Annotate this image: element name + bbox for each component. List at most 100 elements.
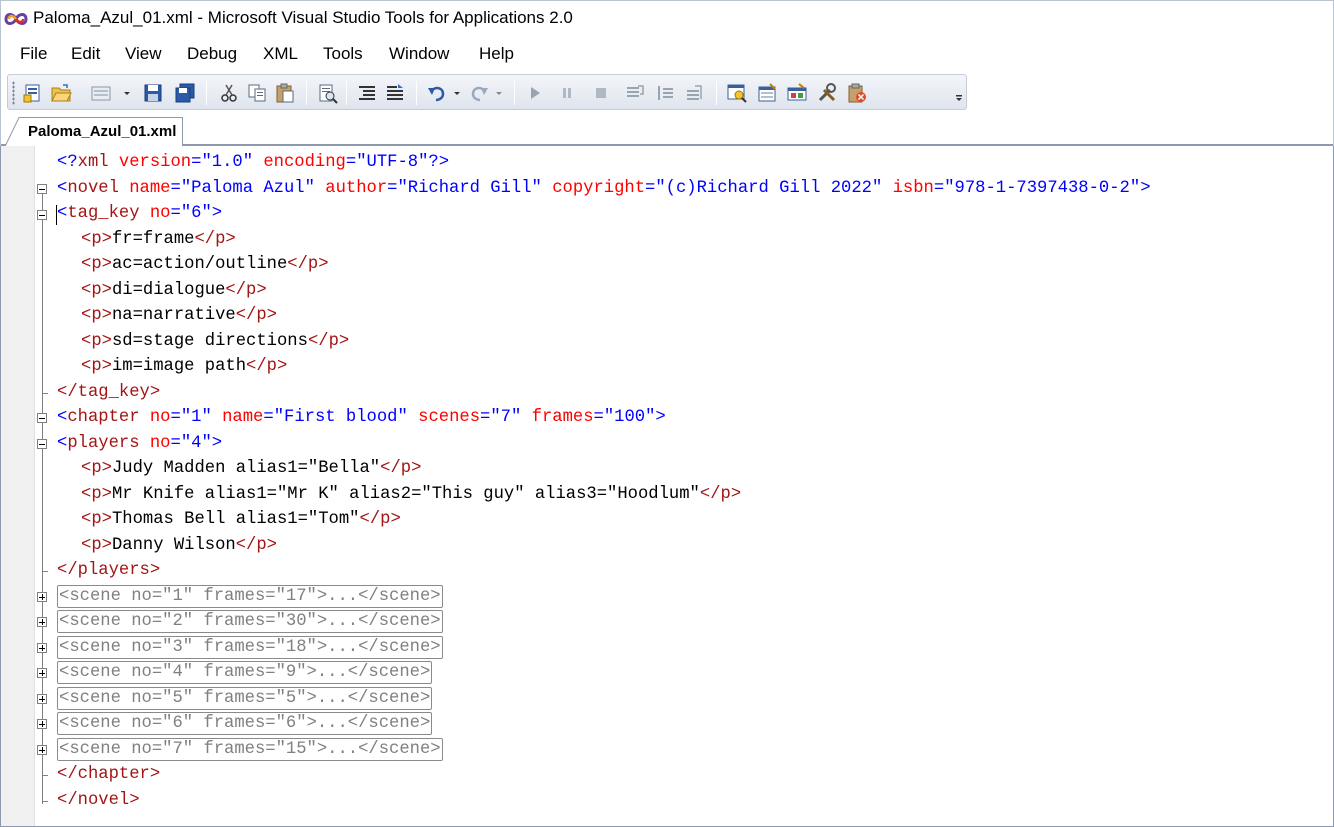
code-line-tag-key-item: <p>fr=frame</p> [81, 230, 236, 249]
outline-end-tick [42, 801, 48, 802]
collapsed-scene-1[interactable]: <scene no="1" frames="17">...</scene> [57, 585, 443, 608]
menu-edit[interactable]: Edit [71, 44, 100, 64]
paste-icon[interactable] [272, 80, 298, 106]
standard-toolbar [7, 74, 967, 110]
step-out-icon[interactable] [682, 80, 708, 106]
code-line-xml-declaration: <?xml version="1.0" encoding="UTF-8"?> [57, 153, 450, 172]
pause-icon[interactable] [554, 80, 580, 106]
object-browser-icon[interactable] [724, 80, 750, 106]
code-line-players-open: <players no="4"> [57, 434, 223, 453]
expand-scene-1-icon[interactable] [37, 592, 47, 602]
undo-icon[interactable] [424, 80, 450, 106]
code-line-player-item: <p>Thomas Bell alias1="Tom"</p> [81, 510, 401, 529]
collapse-chapter-icon[interactable] [37, 413, 47, 423]
code-line-tag-key-item: <p>im=image path</p> [81, 357, 288, 376]
tab-paloma-azul-xml[interactable]: Paloma_Azul_01.xml [5, 117, 184, 146]
start-debug-icon[interactable] [522, 80, 548, 106]
toolbar-separator [346, 81, 347, 105]
add-item-icon[interactable] [88, 80, 114, 106]
xml-editor[interactable]: <?xml version="1.0" encoding="UTF-8"?> <… [0, 146, 1334, 827]
collapsed-scene-3[interactable]: <scene no="3" frames="18">...</scene> [57, 636, 443, 659]
toolbar-separator [416, 81, 417, 105]
visual-studio-logo-icon [4, 13, 28, 25]
find-icon[interactable] [314, 80, 340, 106]
tools-icon[interactable] [814, 80, 840, 106]
toolbar-overflow-icon[interactable] [954, 85, 964, 103]
collapsed-scene-2[interactable]: <scene no="2" frames="30">...</scene> [57, 610, 443, 633]
menu-xml[interactable]: XML [263, 44, 298, 64]
collapsed-scene-6[interactable]: <scene no="6" frames="6">...</scene> [57, 712, 433, 735]
editor-margin [1, 146, 35, 826]
properties-icon[interactable] [754, 80, 780, 106]
expand-scene-3-icon[interactable] [37, 643, 47, 653]
tab-slope [5, 117, 20, 146]
expand-scene-6-icon[interactable] [37, 719, 47, 729]
code-line-scene-collapsed[interactable]: <scene no="6" frames="6">...</scene> [57, 711, 433, 736]
step-over-icon[interactable] [652, 80, 678, 106]
outline-guide [42, 194, 43, 804]
new-project-icon[interactable] [20, 80, 46, 106]
title-bar: Paloma_Azul_01.xml - Microsoft Visual St… [0, 0, 1334, 36]
redo-dropdown-icon[interactable] [494, 87, 504, 99]
format-document-icon[interactable] [354, 80, 380, 106]
expand-scene-2-icon[interactable] [37, 617, 47, 627]
add-item-dropdown-icon[interactable] [122, 87, 132, 99]
code-line-chapter-close: </chapter> [57, 765, 161, 784]
expand-scene-5-icon[interactable] [37, 694, 47, 704]
menu-help[interactable]: Help [479, 44, 514, 64]
code-line-scene-collapsed[interactable]: <scene no="5" frames="5">...</scene> [57, 686, 433, 711]
undo-dropdown-icon[interactable] [452, 87, 462, 99]
save-all-icon[interactable] [172, 80, 198, 106]
toolbar-separator [716, 81, 717, 105]
menu-window[interactable]: Window [389, 44, 449, 64]
code-line-tag-key-item: <p>na=narrative</p> [81, 306, 277, 325]
code-line-tag-key-item: <p>sd=stage directions</p> [81, 332, 350, 351]
redo-icon[interactable] [466, 80, 492, 106]
menu-bar: File Edit View Debug XML Tools Window He… [0, 36, 1334, 72]
outline-end-tick [42, 393, 48, 394]
collapse-tag-key-icon[interactable] [37, 210, 47, 220]
outline-end-tick [42, 571, 48, 572]
code-line-tag-key-close: </tag_key> [57, 383, 161, 402]
code-line-player-item: <p>Danny Wilson</p> [81, 536, 277, 555]
stop-icon[interactable] [588, 80, 614, 106]
toolbar-separator [514, 81, 515, 105]
code-line-scene-collapsed[interactable]: <scene no="4" frames="9">...</scene> [57, 660, 433, 685]
toolbar-separator [306, 81, 307, 105]
code-line-player-item: <p>Judy Madden alias1="Bella"</p> [81, 459, 422, 478]
toolbar-area [0, 72, 1334, 114]
collapsed-scene-4[interactable]: <scene no="4" frames="9">...</scene> [57, 661, 433, 684]
code-line-scene-collapsed[interactable]: <scene no="3" frames="18">...</scene> [57, 635, 443, 660]
expand-scene-4-icon[interactable] [37, 668, 47, 678]
code-line-tag-key-item: <p>ac=action/outline</p> [81, 255, 329, 274]
toolbar-grip[interactable] [12, 81, 15, 105]
toolbar-separator [206, 81, 207, 105]
code-line-scene-collapsed[interactable]: <scene no="2" frames="30">...</scene> [57, 609, 443, 634]
comment-icon[interactable] [382, 80, 408, 106]
code-line-players-close: </players> [57, 561, 161, 580]
collapsed-scene-7[interactable]: <scene no="7" frames="15">...</scene> [57, 738, 443, 761]
toolbox-icon[interactable] [784, 80, 810, 106]
code-line-tag-key-open: <tag_key no="6"> [57, 204, 223, 223]
menu-view[interactable]: View [125, 44, 162, 64]
collapse-novel-icon[interactable] [37, 184, 47, 194]
code-line-scene-collapsed[interactable]: <scene no="1" frames="17">...</scene> [57, 584, 443, 609]
clipboard-error-icon[interactable] [844, 80, 870, 106]
cut-icon[interactable] [216, 80, 242, 106]
menu-debug[interactable]: Debug [187, 44, 237, 64]
copy-icon[interactable] [244, 80, 270, 106]
collapsed-scene-5[interactable]: <scene no="5" frames="5">...</scene> [57, 687, 433, 710]
menu-file[interactable]: File [20, 44, 47, 64]
collapse-players-icon[interactable] [37, 439, 47, 449]
document-tab-strip: Paloma_Azul_01.xml [0, 114, 1334, 146]
open-folder-icon[interactable] [48, 80, 74, 106]
code-line-scene-collapsed[interactable]: <scene no="7" frames="15">...</scene> [57, 737, 443, 762]
save-icon[interactable] [140, 80, 166, 106]
menu-tools[interactable]: Tools [323, 44, 363, 64]
expand-scene-7-icon[interactable] [37, 745, 47, 755]
code-line-novel-open: <novel name="Paloma Azul" author="Richar… [57, 179, 1151, 198]
code-line-tag-key-item: <p>di=dialogue</p> [81, 281, 267, 300]
step-into-icon[interactable] [622, 80, 648, 106]
outline-end-tick [42, 775, 48, 776]
window-title: Paloma_Azul_01.xml - Microsoft Visual St… [33, 8, 573, 27]
